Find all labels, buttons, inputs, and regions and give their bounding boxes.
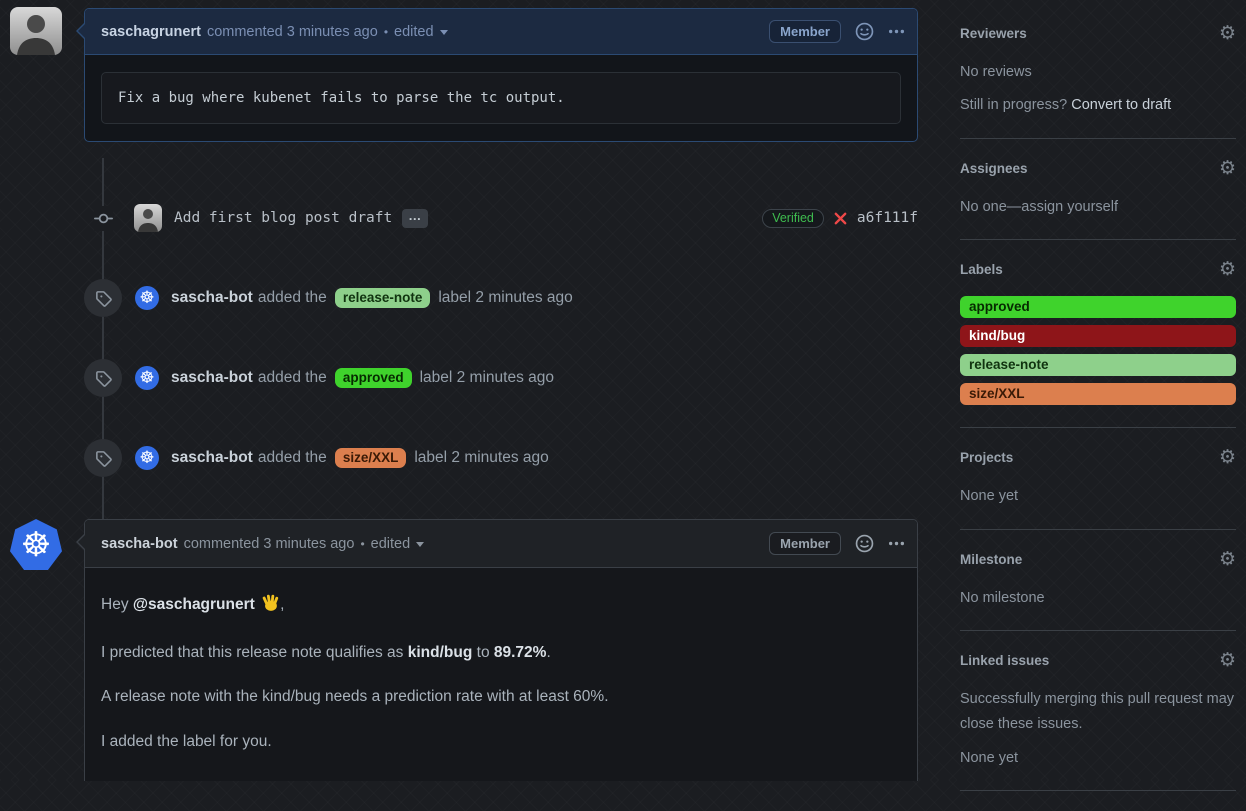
assignees-empty-text: No one—assign yourself — [960, 195, 1236, 220]
event-text: sascha-bot added the size/XXL label 2 mi… — [171, 448, 549, 468]
kebab-menu-icon[interactable] — [888, 535, 905, 552]
chevron-down-icon[interactable] — [440, 30, 448, 39]
separator-dot: • — [384, 25, 388, 39]
label-event-row: ☸ sascha-bot added the approved label 2 … — [84, 358, 918, 398]
comment-saschagrunert: saschagrunert commented 3 minutes ago • … — [84, 8, 918, 142]
comment-sascha-bot: sascha-bot commented 3 minutes ago • edi… — [84, 519, 918, 781]
emoji-reaction-icon[interactable] — [855, 22, 874, 41]
git-commit-icon — [94, 206, 113, 231]
label-chip[interactable]: release-note — [960, 354, 1236, 376]
gear-icon[interactable]: ⚙ — [1219, 651, 1236, 670]
comment-header-actions: Member — [769, 20, 905, 43]
sidebar: Reviewers ⚙ No reviews Still in progress… — [960, 24, 1236, 811]
label-chip[interactable]: size/XXL — [335, 448, 407, 468]
waving-hand-emoji — [261, 593, 280, 619]
linked-issues-header[interactable]: Linked issues ⚙ — [960, 651, 1236, 670]
pull-request-conversation-page: { "comment1": { "author": "saschagrunert… — [0, 0, 1246, 780]
event-author[interactable]: sascha-bot — [171, 369, 253, 387]
projects-header[interactable]: Projects ⚙ — [960, 448, 1236, 467]
kubernetes-wheel-icon: ☸ — [139, 370, 154, 387]
reviewers-empty-text: No reviews — [960, 60, 1236, 85]
bot-avatar[interactable]: ☸ — [135, 446, 159, 470]
commit-author-avatar[interactable] — [134, 204, 162, 232]
rate-requirement-paragraph: A release note with the kind/bug needs a… — [101, 686, 901, 708]
tag-icon — [84, 279, 122, 317]
edited-label[interactable]: edited — [394, 24, 434, 40]
comment-body: Hey @saschagrunert , I predicted that th… — [85, 568, 917, 778]
label-event-row: ☸ sascha-bot added the release-note labe… — [84, 278, 918, 318]
event-author[interactable]: sascha-bot — [171, 289, 253, 307]
label-chip[interactable]: size/XXL — [960, 383, 1236, 405]
gear-icon[interactable]: ⚙ — [1219, 550, 1236, 569]
gear-icon[interactable]: ⚙ — [1219, 448, 1236, 467]
comment-action: commented 3 minutes ago — [184, 536, 355, 552]
kubernetes-wheel-icon: ☸ — [139, 450, 154, 467]
verified-badge[interactable]: Verified — [762, 209, 824, 228]
member-badge: Member — [769, 20, 841, 43]
gear-icon[interactable]: ⚙ — [1219, 159, 1236, 178]
tag-icon — [84, 359, 122, 397]
milestone-section: Milestone ⚙ No milestone — [960, 550, 1236, 631]
mention-link[interactable]: @saschagrunert — [133, 596, 255, 613]
person-avatar-image — [10, 7, 62, 55]
comment-header: saschagrunert commented 3 minutes ago • … — [85, 9, 917, 55]
bot-avatar-large[interactable]: ☸ — [10, 519, 62, 571]
event-author[interactable]: sascha-bot — [171, 449, 253, 467]
kubernetes-wheel-icon: ☸ — [139, 290, 154, 307]
gear-icon[interactable]: ⚙ — [1219, 260, 1236, 279]
separator-dot: • — [360, 537, 364, 551]
milestone-header[interactable]: Milestone ⚙ — [960, 550, 1236, 569]
commit-expander-button[interactable]: … — [402, 209, 428, 228]
comment-author[interactable]: sascha-bot — [101, 536, 178, 552]
commit-status-group: Verified a6f111f — [762, 209, 918, 228]
projects-section: Projects ⚙ None yet — [960, 448, 1236, 529]
event-text: sascha-bot added the release-note label … — [171, 288, 573, 308]
assign-yourself-link[interactable]: assign yourself — [1021, 199, 1118, 215]
commit-event-row: Add first blog post draft … Verified a6f… — [84, 199, 918, 237]
labels-header[interactable]: Labels ⚙ — [960, 260, 1236, 279]
comment-body: Fix a bug where kubenet fails to parse t… — [85, 55, 917, 141]
linked-issues-section: Linked issues ⚙ Successfully merging thi… — [960, 651, 1236, 791]
label-chip[interactable]: kind/bug — [960, 325, 1236, 347]
edited-label[interactable]: edited — [371, 536, 411, 552]
status-failed-x-icon[interactable] — [833, 211, 848, 226]
bot-avatar[interactable]: ☸ — [135, 366, 159, 390]
comment-action: commented 3 minutes ago — [207, 24, 378, 40]
chevron-down-icon[interactable] — [416, 542, 424, 551]
avatar[interactable] — [10, 7, 62, 55]
reviewers-section: Reviewers ⚙ No reviews Still in progress… — [960, 24, 1236, 139]
linked-issues-empty-text: None yet — [960, 746, 1236, 771]
convert-to-draft-hint: Still in progress? Convert to draft — [960, 93, 1236, 118]
label-chip[interactable]: approved — [335, 368, 412, 388]
person-avatar-image — [134, 204, 162, 232]
projects-empty-text: None yet — [960, 484, 1236, 509]
greeting-paragraph: Hey @saschagrunert , — [101, 593, 901, 619]
label-chip[interactable]: approved — [960, 296, 1236, 318]
gear-icon[interactable]: ⚙ — [1219, 24, 1236, 43]
member-badge: Member — [769, 532, 841, 555]
commit-hash-link[interactable]: a6f111f — [857, 210, 918, 226]
bot-avatar[interactable]: ☸ — [135, 286, 159, 310]
kubernetes-wheel-icon: ☸ — [21, 528, 51, 562]
linked-issues-description: Successfully merging this pull request m… — [960, 687, 1236, 738]
prediction-paragraph: I predicted that this release note quali… — [101, 642, 901, 664]
labels-section: Labels ⚙ approved kind/bug release-note … — [960, 260, 1236, 428]
reviewers-header[interactable]: Reviewers ⚙ — [960, 24, 1236, 43]
label-added-paragraph: I added the label for you. — [101, 731, 901, 753]
event-text: sascha-bot added the approved label 2 mi… — [171, 368, 554, 388]
kebab-menu-icon[interactable] — [888, 23, 905, 40]
comment-header-actions: Member — [769, 532, 905, 555]
label-chip[interactable]: release-note — [335, 288, 431, 308]
commit-message-link[interactable]: Add first blog post draft — [174, 210, 392, 226]
milestone-empty-text: No milestone — [960, 586, 1236, 611]
label-event-row: ☸ sascha-bot added the size/XXL label 2 … — [84, 438, 918, 478]
emoji-reaction-icon[interactable] — [855, 534, 874, 553]
release-note-code-block: Fix a bug where kubenet fails to parse t… — [101, 72, 901, 124]
assignees-section: Assignees ⚙ No one—assign yourself — [960, 159, 1236, 240]
convert-to-draft-link[interactable]: Convert to draft — [1071, 97, 1171, 113]
tag-icon — [84, 439, 122, 477]
comment-author[interactable]: saschagrunert — [101, 24, 201, 40]
comment-header: sascha-bot commented 3 minutes ago • edi… — [85, 520, 917, 568]
assignees-header[interactable]: Assignees ⚙ — [960, 159, 1236, 178]
